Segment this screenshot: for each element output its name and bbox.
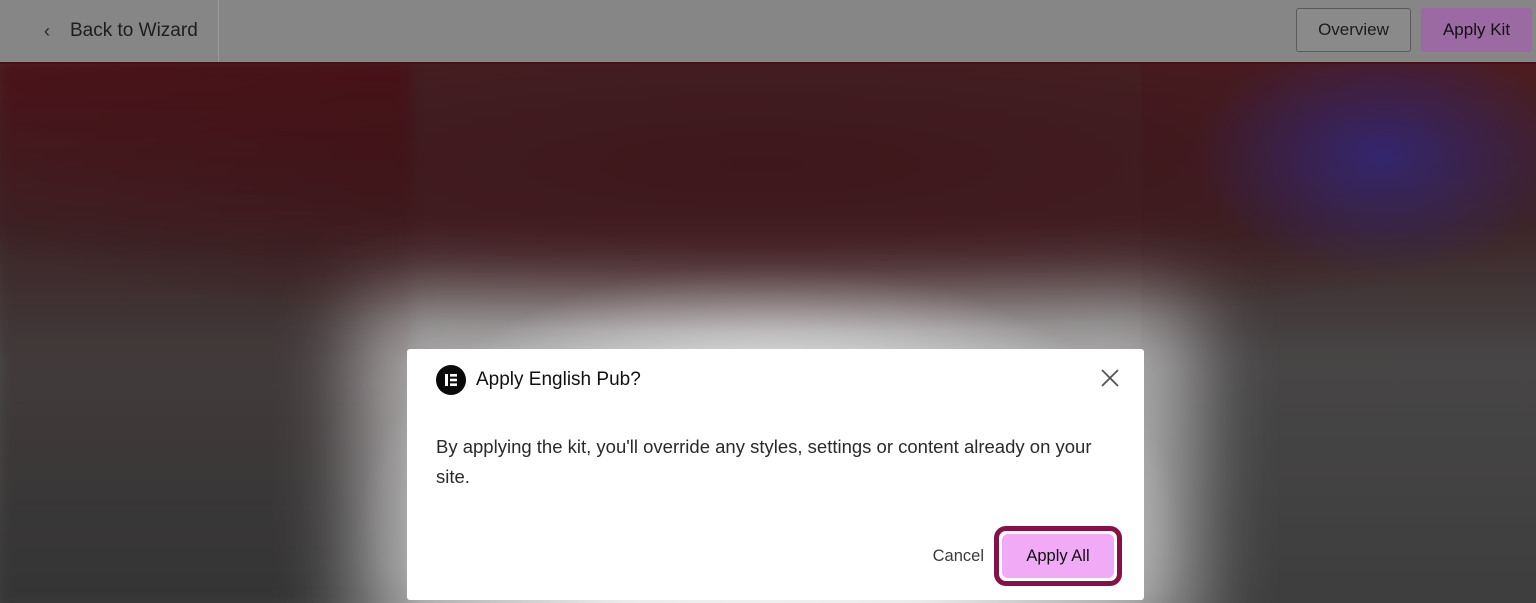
dialog-footer: Cancel Apply All [933,526,1122,586]
dialog-title: Apply English Pub? [476,369,641,390]
close-icon[interactable] [1098,366,1122,390]
dialog-message: By applying the kit, you'll override any… [436,436,1092,487]
dialog-header: Apply English Pub? [436,365,641,395]
overview-button[interactable]: Overview [1296,8,1411,52]
cancel-button[interactable]: Cancel [933,547,984,566]
back-label: Back to Wizard [70,20,198,41]
elementor-logo-icon [436,365,466,395]
apply-kit-dialog: Apply English Pub? By applying the kit, … [407,349,1144,600]
apply-kit-button[interactable]: Apply Kit [1421,8,1532,52]
top-bar: ‹ Back to Wizard Overview Apply Kit [0,0,1536,62]
apply-all-highlight: Apply All [994,526,1122,586]
top-actions: Overview Apply Kit [1296,8,1532,52]
apply-all-button[interactable]: Apply All [1002,534,1114,578]
back-to-wizard-link[interactable]: ‹ Back to Wizard [0,0,219,62]
chevron-left-icon: ‹ [44,20,50,41]
